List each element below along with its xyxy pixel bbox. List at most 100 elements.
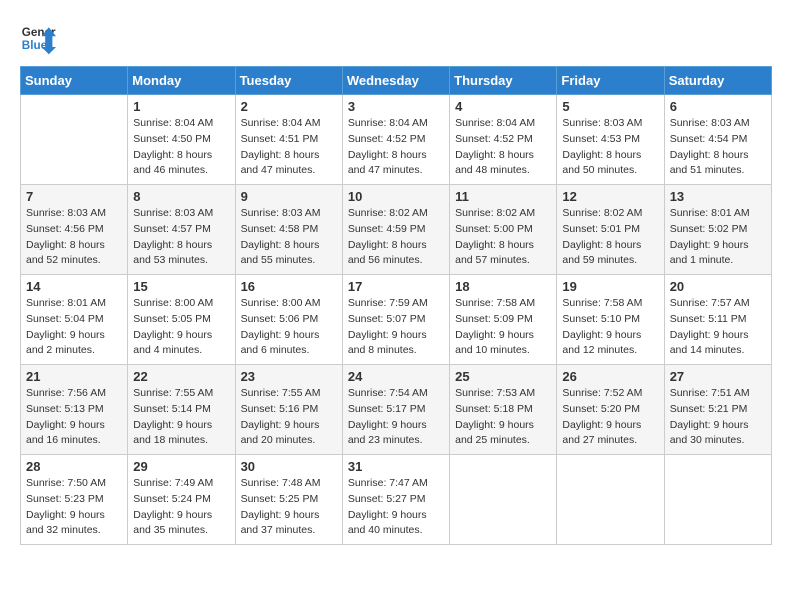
day-info: Sunrise: 8:02 AMSunset: 4:59 PMDaylight:… [348,206,444,269]
calendar-cell: 20Sunrise: 7:57 AMSunset: 5:11 PMDayligh… [664,275,771,365]
logo: General Blue [20,20,56,56]
day-number: 26 [562,369,658,384]
day-number: 29 [133,459,229,474]
day-number: 4 [455,99,551,114]
day-info: Sunrise: 8:03 AMSunset: 4:54 PMDaylight:… [670,116,766,179]
day-info: Sunrise: 8:04 AMSunset: 4:50 PMDaylight:… [133,116,229,179]
week-row: 7 Sunrise: 8:03 AMSunset: 4:56 PMDaylight… [21,185,772,275]
day-header-sunday: Sunday [21,67,128,95]
day-info: Sunrise: 8:02 AMSunset: 5:01 PMDaylight:… [562,206,658,269]
day-number: 17 [348,279,444,294]
day-header-thursday: Thursday [450,67,557,95]
calendar-cell: 14Sunrise: 8:01 AMSunset: 5:04 PMDayligh… [21,275,128,365]
day-info: Sunrise: 7:53 AMSunset: 5:18 PMDaylight:… [455,386,551,449]
day-info: Sunrise: 8:02 AMSunset: 5:00 PMDaylight:… [455,206,551,269]
day-number: 31 [348,459,444,474]
calendar-cell: 16 Sunrise: 8:00 AMSunset: 5:06 PMDayligh… [235,275,342,365]
day-header-saturday: Saturday [664,67,771,95]
day-number: 21 [26,369,122,384]
calendar-cell: 27 Sunrise: 7:51 AMSunset: 5:21 PMDayligh… [664,365,771,455]
day-info: Sunrise: 7:59 AMSunset: 5:07 PMDaylight:… [348,296,444,359]
calendar-cell: 15Sunrise: 8:00 AMSunset: 5:05 PMDayligh… [128,275,235,365]
day-number: 20 [670,279,766,294]
calendar-cell: 1 Sunrise: 8:04 AMSunset: 4:50 PMDaylight… [128,95,235,185]
day-info: Sunrise: 7:47 AMSunset: 5:27 PMDaylight:… [348,476,444,539]
day-number: 6 [670,99,766,114]
calendar-table: SundayMondayTuesdayWednesdayThursdayFrid… [20,66,772,545]
day-number: 8 [133,189,229,204]
calendar-cell [450,455,557,545]
week-row: 21 Sunrise: 7:56 AMSunset: 5:13 PMDayligh… [21,365,772,455]
day-number: 16 [241,279,337,294]
calendar-cell: 2 Sunrise: 8:04 AMSunset: 4:51 PMDaylight… [235,95,342,185]
calendar-cell: 18 Sunrise: 7:58 AMSunset: 5:09 PMDayligh… [450,275,557,365]
calendar-cell: 17 Sunrise: 7:59 AMSunset: 5:07 PMDayligh… [342,275,449,365]
calendar-cell: 30 Sunrise: 7:48 AMSunset: 5:25 PMDayligh… [235,455,342,545]
day-info: Sunrise: 8:04 AMSunset: 4:52 PMDaylight:… [348,116,444,179]
day-info: Sunrise: 7:58 AMSunset: 5:10 PMDaylight:… [562,296,658,359]
calendar-cell: 19 Sunrise: 7:58 AMSunset: 5:10 PMDayligh… [557,275,664,365]
day-info: Sunrise: 8:00 AMSunset: 5:06 PMDaylight:… [241,296,337,359]
day-info: Sunrise: 7:55 AMSunset: 5:16 PMDaylight:… [241,386,337,449]
day-number: 13 [670,189,766,204]
calendar-cell: 25 Sunrise: 7:53 AMSunset: 5:18 PMDayligh… [450,365,557,455]
calendar-cell [21,95,128,185]
calendar-cell: 23 Sunrise: 7:55 AMSunset: 5:16 PMDayligh… [235,365,342,455]
day-number: 30 [241,459,337,474]
calendar-cell: 9 Sunrise: 8:03 AMSunset: 4:58 PMDaylight… [235,185,342,275]
calendar-cell: 10Sunrise: 8:02 AMSunset: 4:59 PMDayligh… [342,185,449,275]
calendar-cell: 4Sunrise: 8:04 AMSunset: 4:52 PMDaylight… [450,95,557,185]
day-number: 18 [455,279,551,294]
day-number: 2 [241,99,337,114]
day-number: 28 [26,459,122,474]
day-number: 14 [26,279,122,294]
calendar-cell: 12Sunrise: 8:02 AMSunset: 5:01 PMDayligh… [557,185,664,275]
day-info: Sunrise: 7:55 AMSunset: 5:14 PMDaylight:… [133,386,229,449]
calendar-cell: 6 Sunrise: 8:03 AMSunset: 4:54 PMDaylight… [664,95,771,185]
calendar-cell: 31 Sunrise: 7:47 AMSunset: 5:27 PMDayligh… [342,455,449,545]
day-number: 22 [133,369,229,384]
logo-icon: General Blue [20,20,56,56]
day-number: 3 [348,99,444,114]
day-info: Sunrise: 8:03 AMSunset: 4:58 PMDaylight:… [241,206,337,269]
day-number: 1 [133,99,229,114]
day-info: Sunrise: 7:58 AMSunset: 5:09 PMDaylight:… [455,296,551,359]
day-info: Sunrise: 8:03 AMSunset: 4:56 PMDaylight:… [26,206,122,269]
day-info: Sunrise: 8:04 AMSunset: 4:51 PMDaylight:… [241,116,337,179]
calendar-cell: 3 Sunrise: 8:04 AMSunset: 4:52 PMDaylight… [342,95,449,185]
day-info: Sunrise: 7:48 AMSunset: 5:25 PMDaylight:… [241,476,337,539]
day-number: 27 [670,369,766,384]
calendar-cell: 26Sunrise: 7:52 AMSunset: 5:20 PMDayligh… [557,365,664,455]
week-row: 1 Sunrise: 8:04 AMSunset: 4:50 PMDaylight… [21,95,772,185]
day-number: 23 [241,369,337,384]
day-number: 5 [562,99,658,114]
calendar-cell: 11 Sunrise: 8:02 AMSunset: 5:00 PMDayligh… [450,185,557,275]
day-info: Sunrise: 7:49 AMSunset: 5:24 PMDaylight:… [133,476,229,539]
calendar-cell: 29 Sunrise: 7:49 AMSunset: 5:24 PMDayligh… [128,455,235,545]
calendar-cell: 24 Sunrise: 7:54 AMSunset: 5:17 PMDayligh… [342,365,449,455]
day-info: Sunrise: 7:51 AMSunset: 5:21 PMDaylight:… [670,386,766,449]
day-info: Sunrise: 7:54 AMSunset: 5:17 PMDaylight:… [348,386,444,449]
day-number: 24 [348,369,444,384]
calendar-cell: 5 Sunrise: 8:03 AMSunset: 4:53 PMDaylight… [557,95,664,185]
day-number: 11 [455,189,551,204]
day-info: Sunrise: 8:03 AMSunset: 4:57 PMDaylight:… [133,206,229,269]
svg-text:Blue: Blue [22,39,48,52]
week-row: 14Sunrise: 8:01 AMSunset: 5:04 PMDayligh… [21,275,772,365]
day-info: Sunrise: 7:50 AMSunset: 5:23 PMDaylight:… [26,476,122,539]
day-number: 19 [562,279,658,294]
day-info: Sunrise: 8:01 AMSunset: 5:02 PMDaylight:… [670,206,766,269]
day-number: 7 [26,189,122,204]
day-info: Sunrise: 8:00 AMSunset: 5:05 PMDaylight:… [133,296,229,359]
day-number: 9 [241,189,337,204]
day-info: Sunrise: 7:56 AMSunset: 5:13 PMDaylight:… [26,386,122,449]
day-info: Sunrise: 8:03 AMSunset: 4:53 PMDaylight:… [562,116,658,179]
calendar-cell: 7 Sunrise: 8:03 AMSunset: 4:56 PMDaylight… [21,185,128,275]
day-number: 25 [455,369,551,384]
day-header-friday: Friday [557,67,664,95]
calendar-cell: 13 Sunrise: 8:01 AMSunset: 5:02 PMDayligh… [664,185,771,275]
day-header-tuesday: Tuesday [235,67,342,95]
page-header: General Blue [20,20,772,56]
day-header-wednesday: Wednesday [342,67,449,95]
day-header-monday: Monday [128,67,235,95]
